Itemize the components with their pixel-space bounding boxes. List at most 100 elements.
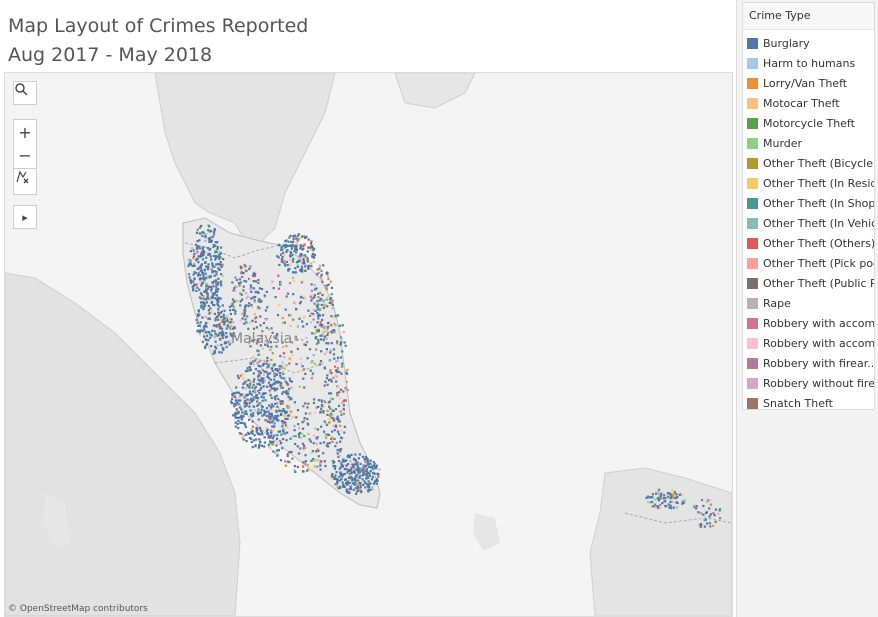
crime-point[interactable]: [312, 354, 315, 357]
crime-point[interactable]: [192, 255, 196, 258]
crime-point[interactable]: [217, 263, 220, 266]
crime-point[interactable]: [246, 315, 249, 318]
crime-point[interactable]: [300, 265, 303, 268]
crime-point[interactable]: [204, 236, 207, 239]
crime-point[interactable]: [263, 441, 267, 444]
crime-point[interactable]: [311, 332, 314, 335]
crime-point[interactable]: [308, 348, 312, 351]
crime-point[interactable]: [274, 296, 277, 299]
crime-point[interactable]: [292, 234, 295, 238]
crime-point[interactable]: [211, 296, 214, 299]
crime-point[interactable]: [714, 508, 717, 511]
crime-point[interactable]: [214, 279, 217, 282]
crime-point[interactable]: [358, 470, 361, 473]
crime-point[interactable]: [266, 432, 269, 436]
crime-point[interactable]: [245, 433, 248, 436]
crime-point[interactable]: [215, 273, 218, 276]
crime-point[interactable]: [233, 414, 236, 417]
crime-point[interactable]: [266, 306, 269, 309]
crime-point[interactable]: [318, 314, 322, 317]
crime-point[interactable]: [321, 314, 325, 317]
crime-point[interactable]: [242, 415, 245, 418]
crime-point[interactable]: [308, 246, 312, 249]
crime-point[interactable]: [244, 370, 247, 373]
crime-point[interactable]: [212, 285, 215, 288]
crime-point[interactable]: [195, 318, 198, 321]
crime-point[interactable]: [310, 361, 313, 364]
crime-point[interactable]: [719, 508, 722, 511]
crime-point[interactable]: [190, 281, 193, 284]
crime-point[interactable]: [329, 301, 332, 304]
crime-point[interactable]: [318, 309, 322, 312]
crime-point[interactable]: [290, 410, 293, 413]
crime-point[interactable]: [337, 385, 340, 388]
crime-point[interactable]: [320, 273, 323, 276]
crime-point[interactable]: [338, 324, 341, 327]
crime-point[interactable]: [210, 345, 213, 348]
crime-point[interactable]: [205, 285, 208, 288]
crime-point[interactable]: [296, 347, 299, 350]
crime-point[interactable]: [232, 305, 236, 308]
crime-point[interactable]: [237, 419, 240, 422]
crime-point[interactable]: [706, 522, 709, 525]
crime-point[interactable]: [238, 278, 241, 281]
crime-point[interactable]: [239, 399, 242, 402]
crime-point[interactable]: [259, 324, 262, 327]
crime-point[interactable]: [240, 293, 243, 296]
crime-point[interactable]: [290, 417, 293, 420]
crime-point[interactable]: [196, 321, 199, 324]
crime-point[interactable]: [258, 374, 261, 377]
crime-point[interactable]: [197, 329, 200, 332]
crime-point[interactable]: [344, 386, 347, 390]
crime-point[interactable]: [306, 250, 309, 253]
crime-point[interactable]: [334, 374, 337, 377]
crime-point[interactable]: [269, 447, 272, 450]
legend-item[interactable]: Lorry/Van Theft: [743, 73, 874, 93]
crime-point[interactable]: [356, 481, 359, 484]
crime-point[interactable]: [367, 480, 370, 483]
crime-point[interactable]: [320, 407, 323, 410]
crime-point[interactable]: [266, 385, 269, 388]
crime-point[interactable]: [251, 386, 254, 389]
crime-point[interactable]: [314, 328, 317, 331]
crime-point[interactable]: [252, 372, 255, 375]
crime-point[interactable]: [678, 493, 681, 496]
crime-point[interactable]: [345, 464, 348, 467]
crime-point[interactable]: [294, 442, 297, 446]
crime-point[interactable]: [251, 400, 254, 403]
crime-point[interactable]: [340, 337, 343, 340]
crime-point[interactable]: [285, 426, 289, 429]
crime-point[interactable]: [294, 248, 297, 251]
crime-point[interactable]: [329, 407, 332, 410]
crime-point[interactable]: [340, 462, 343, 465]
crime-point[interactable]: [308, 438, 311, 441]
crime-point[interactable]: [192, 249, 195, 252]
crime-point[interactable]: [338, 454, 341, 457]
crime-point[interactable]: [317, 296, 320, 299]
crime-point[interactable]: [302, 258, 305, 261]
crime-point[interactable]: [206, 297, 209, 300]
crime-point[interactable]: [284, 380, 287, 383]
crime-point[interactable]: [295, 363, 298, 366]
crime-point[interactable]: [263, 359, 266, 362]
crime-point[interactable]: [651, 505, 654, 508]
crime-point[interactable]: [281, 371, 284, 374]
crime-point[interactable]: [254, 320, 257, 323]
crime-point[interactable]: [302, 377, 305, 380]
crime-point[interactable]: [336, 394, 339, 397]
crime-point[interactable]: [245, 440, 248, 443]
crime-point[interactable]: [368, 486, 371, 489]
crime-point[interactable]: [281, 361, 284, 364]
crime-point[interactable]: [320, 350, 323, 353]
crime-point[interactable]: [280, 413, 283, 416]
crime-point[interactable]: [290, 397, 293, 400]
crime-point[interactable]: [299, 247, 302, 250]
crime-point[interactable]: [244, 387, 247, 390]
crime-point[interactable]: [312, 434, 315, 437]
crime-point[interactable]: [201, 282, 204, 285]
crime-point[interactable]: [306, 464, 309, 467]
crime-point[interactable]: [326, 275, 330, 278]
crime-point[interactable]: [205, 251, 208, 254]
crime-point[interactable]: [187, 259, 191, 262]
crime-point[interactable]: [297, 423, 300, 426]
